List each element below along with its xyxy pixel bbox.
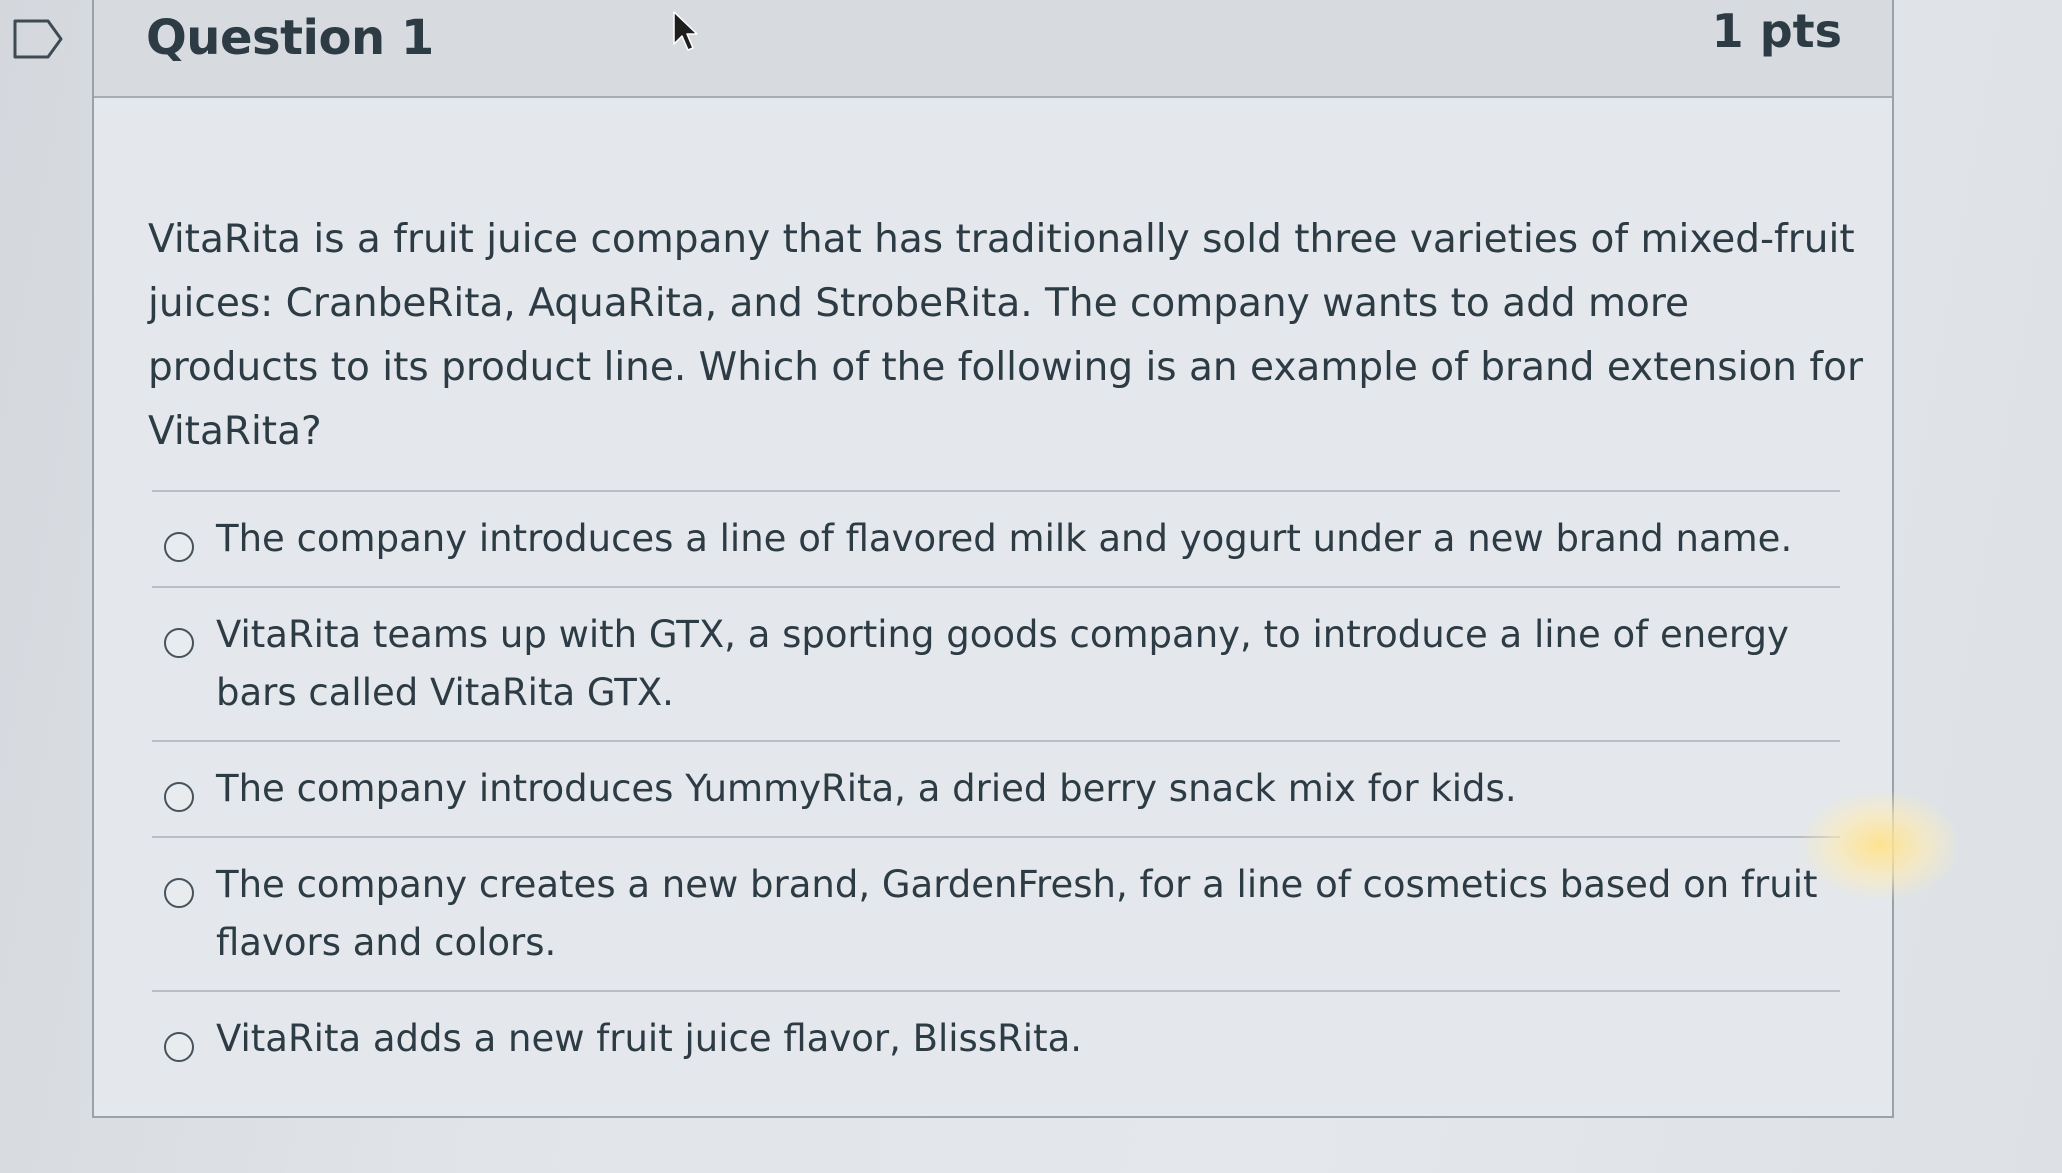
question-text: VitaRita is a fruit juice company that h… — [148, 217, 1863, 454]
radio-unchecked-icon[interactable] — [164, 1032, 194, 1062]
answer-label[interactable]: The company creates a new brand, GardenF… — [216, 856, 1840, 972]
answer-option[interactable]: The company creates a new brand, GardenF… — [152, 836, 1840, 990]
answer-label[interactable]: The company introduces a line of flavore… — [216, 510, 1840, 568]
radio-unchecked-icon[interactable] — [164, 878, 194, 908]
question-header: Question 1 1 pts — [94, 0, 1892, 98]
answer-label[interactable]: VitaRita teams up with GTX, a sporting g… — [216, 606, 1840, 722]
mouse-pointer-icon — [673, 11, 698, 51]
radio-unchecked-icon[interactable] — [164, 782, 194, 812]
question-title: Question 1 — [146, 10, 434, 66]
answer-option[interactable]: VitaRita adds a new fruit juice flavor, … — [152, 990, 1840, 1086]
answer-option[interactable]: The company introduces YummyRita, a drie… — [152, 740, 1840, 836]
bookmark-flag-icon[interactable] — [12, 18, 64, 60]
question-points: 1 pts — [1711, 4, 1842, 58]
radio-unchecked-icon[interactable] — [164, 532, 194, 562]
answer-label[interactable]: VitaRita adds a new fruit juice flavor, … — [216, 1010, 1840, 1068]
answer-list: The company introduces a line of flavore… — [152, 490, 1840, 1086]
answer-option[interactable]: The company introduces a line of flavore… — [152, 490, 1840, 586]
answer-label[interactable]: The company introduces YummyRita, a drie… — [216, 760, 1840, 818]
radio-unchecked-icon[interactable] — [164, 628, 194, 658]
answer-option[interactable]: VitaRita teams up with GTX, a sporting g… — [152, 586, 1840, 740]
question-card: Question 1 1 pts VitaRita is a fruit jui… — [92, 0, 1894, 1118]
